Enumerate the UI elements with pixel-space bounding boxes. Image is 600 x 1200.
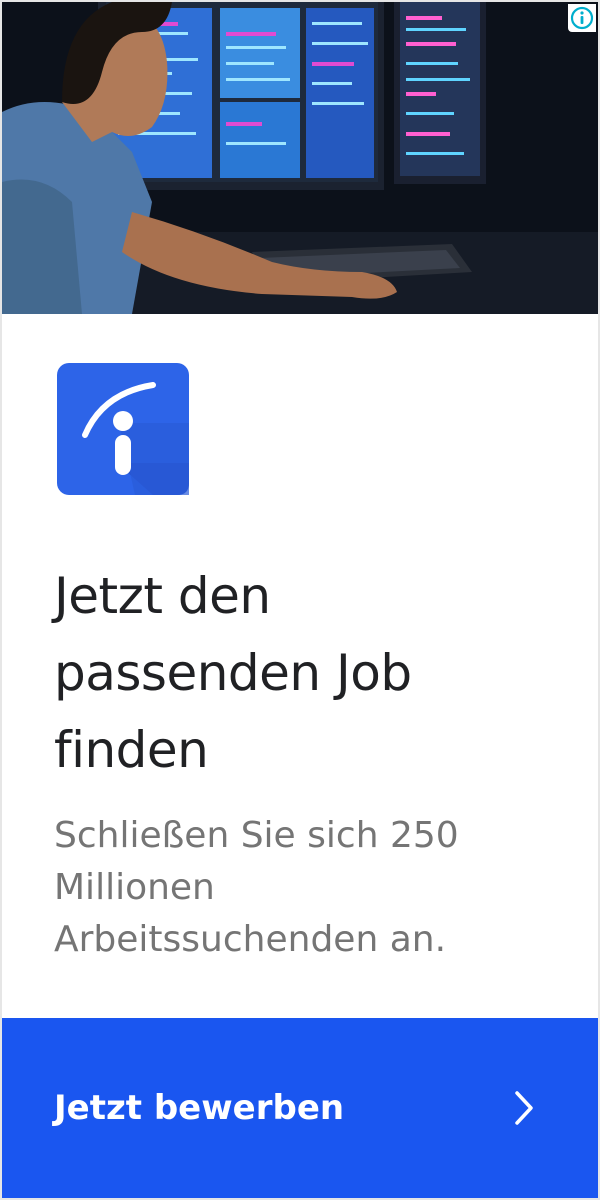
- headline-line: passenden Job: [54, 644, 412, 702]
- headline-line: finden: [54, 721, 209, 779]
- hero-photo-illustration: [2, 2, 598, 314]
- description-line: Millionen: [54, 867, 215, 908]
- description-line: Schließen Sie sich 250: [54, 815, 459, 856]
- headline: Jetzt den passenden Job finden: [54, 558, 554, 789]
- apply-now-button[interactable]: Jetzt bewerben: [2, 1018, 598, 1198]
- description: Schließen Sie sich 250 Millionen Arbeits…: [54, 810, 574, 966]
- info-icon[interactable]: [568, 4, 596, 32]
- indeed-logo-icon[interactable]: [57, 363, 189, 495]
- ad-container[interactable]: Jetzt den passenden Job finden Schließen…: [0, 0, 600, 1200]
- apply-now-label: Jetzt bewerben: [54, 1088, 345, 1128]
- headline-line: Jetzt den: [54, 567, 271, 625]
- description-line: Arbeitssuchenden an.: [54, 919, 447, 960]
- hero-image[interactable]: [2, 2, 598, 314]
- chevron-right-icon: [515, 1091, 533, 1125]
